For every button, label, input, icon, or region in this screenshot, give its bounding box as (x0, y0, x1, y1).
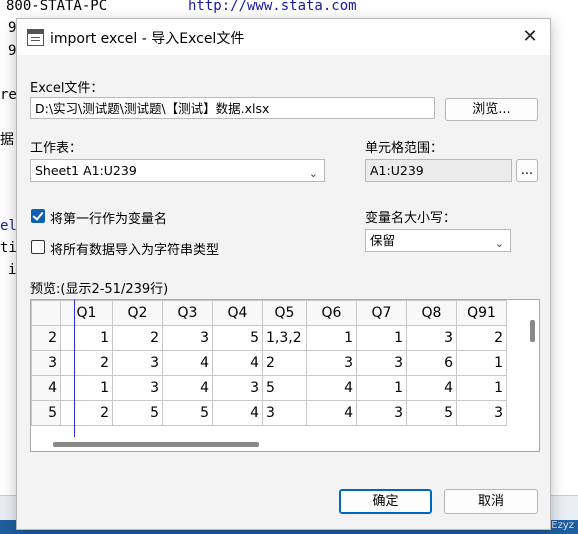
table-cell: 1 (306, 325, 357, 351)
column-separator (74, 300, 75, 450)
table-cell: 5 (406, 400, 457, 426)
first-row-checkbox[interactable] (31, 209, 45, 223)
table-cell: 3 (356, 400, 407, 426)
table-cell: 3 (306, 350, 357, 376)
table-cell: 5 (162, 400, 213, 426)
table-row[interactable]: 3 2 3 4 4 2 3 3 6 1 (31, 350, 507, 376)
column-header[interactable]: Q3 (162, 300, 213, 326)
vertical-scroll-thumb[interactable] (530, 320, 535, 342)
table-cell: 3 (212, 375, 263, 401)
cancel-button[interactable]: 取消 (444, 489, 538, 514)
table-cell: 4 (306, 375, 357, 401)
ok-button[interactable]: 确定 (339, 489, 432, 514)
table-cell: 2 (112, 325, 163, 351)
table-cell: 1 (356, 325, 407, 351)
table-cell: 1 (356, 375, 407, 401)
console-link[interactable]: http://www.stata.com (188, 0, 357, 14)
column-header[interactable]: Q8 (406, 300, 457, 326)
table-cell: 4 (212, 350, 263, 376)
row-number: 5 (31, 400, 61, 426)
table-cell: 3 (356, 350, 407, 376)
table-row[interactable]: 5 2 5 5 4 3 4 3 5 3 (31, 400, 507, 426)
horizontal-scroll-thumb[interactable] (53, 442, 259, 447)
table-cell: 1 (456, 350, 507, 376)
table-cell: 3 (112, 375, 163, 401)
table-cell: 3 (262, 400, 307, 426)
table-row[interactable]: 2 1 2 3 5 1,3,2 1 1 3 2 (31, 325, 507, 351)
table-cell: 1 (60, 375, 113, 401)
table-cell: 5 (262, 375, 307, 401)
column-header[interactable]: Q4 (212, 300, 263, 326)
table-cell: 3 (456, 400, 507, 426)
preview-grid[interactable]: Q1 Q2 Q3 Q4 Q5 Q6 Q7 Q8 Q91 2 1 2 3 5 1,… (30, 299, 540, 452)
chevron-down-icon: ⌄ (494, 237, 504, 250)
dialog-title: import excel - 导入Excel文件 (50, 31, 245, 47)
excel-file-label: Excel文件： (30, 81, 104, 96)
column-header[interactable]: Q1 (60, 300, 113, 326)
worksheet-value: Sheet1 A1:U239 (35, 163, 137, 178)
row-number: 2 (31, 325, 61, 351)
column-header[interactable]: Q91 (456, 300, 507, 326)
browse-button[interactable]: 浏览... (445, 98, 538, 121)
table-row[interactable]: 4 1 3 4 3 5 4 1 4 1 (31, 375, 507, 401)
cell-range-label: 单元格范围： (365, 141, 444, 156)
excel-file-input[interactable]: D:\实习\测试题\测试题\【测试】数据.xlsx (30, 97, 435, 119)
table-cell: 1,3,2 (262, 325, 307, 351)
row-number: 4 (31, 375, 61, 401)
table-cell: 2 (262, 350, 307, 376)
table-cell: 4 (212, 400, 263, 426)
import-excel-dialog: import excel - 导入Excel文件 ✕ Excel文件： D:\实… (16, 18, 551, 530)
table-cell: 2 (60, 350, 113, 376)
column-header[interactable]: Q2 (112, 300, 163, 326)
table-cell: 2 (456, 325, 507, 351)
all-string-label[interactable]: 将所有数据导入为字符串类型 (50, 239, 219, 258)
table-cell: 5 (112, 400, 163, 426)
var-case-select[interactable]: 保留 ⌄ (365, 229, 511, 252)
table-cell: 4 (162, 350, 213, 376)
table-cell: 4 (306, 400, 357, 426)
console-text: re (0, 87, 17, 103)
column-header[interactable]: Q6 (306, 300, 357, 326)
dialog-titlebar[interactable]: import excel - 导入Excel文件 ✕ (17, 19, 550, 55)
worksheet-label: 工作表： (30, 141, 83, 156)
cell-range-button[interactable]: ... (516, 159, 538, 182)
cell-range-input[interactable]: A1:U239 (365, 159, 512, 182)
worksheet-select[interactable]: Sheet1 A1:U239 ⌄ (30, 159, 325, 182)
horizontal-scrollbar[interactable] (31, 437, 523, 451)
chevron-down-icon: ⌄ (308, 167, 318, 180)
column-header[interactable]: Q5 (262, 300, 307, 326)
console-text: el (0, 218, 17, 234)
table-cell: 1 (60, 325, 113, 351)
table-cell: 6 (406, 350, 457, 376)
preview-label: 预览:(显示2-51/239行) (30, 282, 169, 297)
table-cell: 1 (456, 375, 507, 401)
table-cell: 3 (406, 325, 457, 351)
column-header[interactable] (31, 300, 61, 326)
table-cell: 5 (212, 325, 263, 351)
console-text: 800-STATA-PC (6, 0, 108, 14)
first-row-label[interactable]: 将第一行作为变量名 (50, 208, 167, 227)
column-header[interactable]: Q7 (356, 300, 407, 326)
var-case-value: 保留 (370, 233, 396, 248)
vertical-scrollbar[interactable] (523, 300, 539, 450)
table-cell: 4 (406, 375, 457, 401)
console-text: ti (0, 240, 17, 256)
window-icon (27, 29, 44, 46)
var-case-label: 变量名大小写： (365, 211, 457, 226)
table-cell: 4 (162, 375, 213, 401)
table-cell: 3 (162, 325, 213, 351)
header-row: Q1 Q2 Q3 Q4 Q5 Q6 Q7 Q8 Q91 (31, 300, 507, 326)
row-number: 3 (31, 350, 61, 376)
preview-table: Q1 Q2 Q3 Q4 Q5 Q6 Q7 Q8 Q91 2 1 2 3 5 1,… (31, 300, 507, 426)
table-cell: 2 (60, 400, 113, 426)
table-cell: 3 (112, 350, 163, 376)
close-button[interactable]: ✕ (510, 19, 550, 55)
all-string-checkbox[interactable] (31, 240, 45, 254)
console-text: 据 (0, 132, 14, 148)
